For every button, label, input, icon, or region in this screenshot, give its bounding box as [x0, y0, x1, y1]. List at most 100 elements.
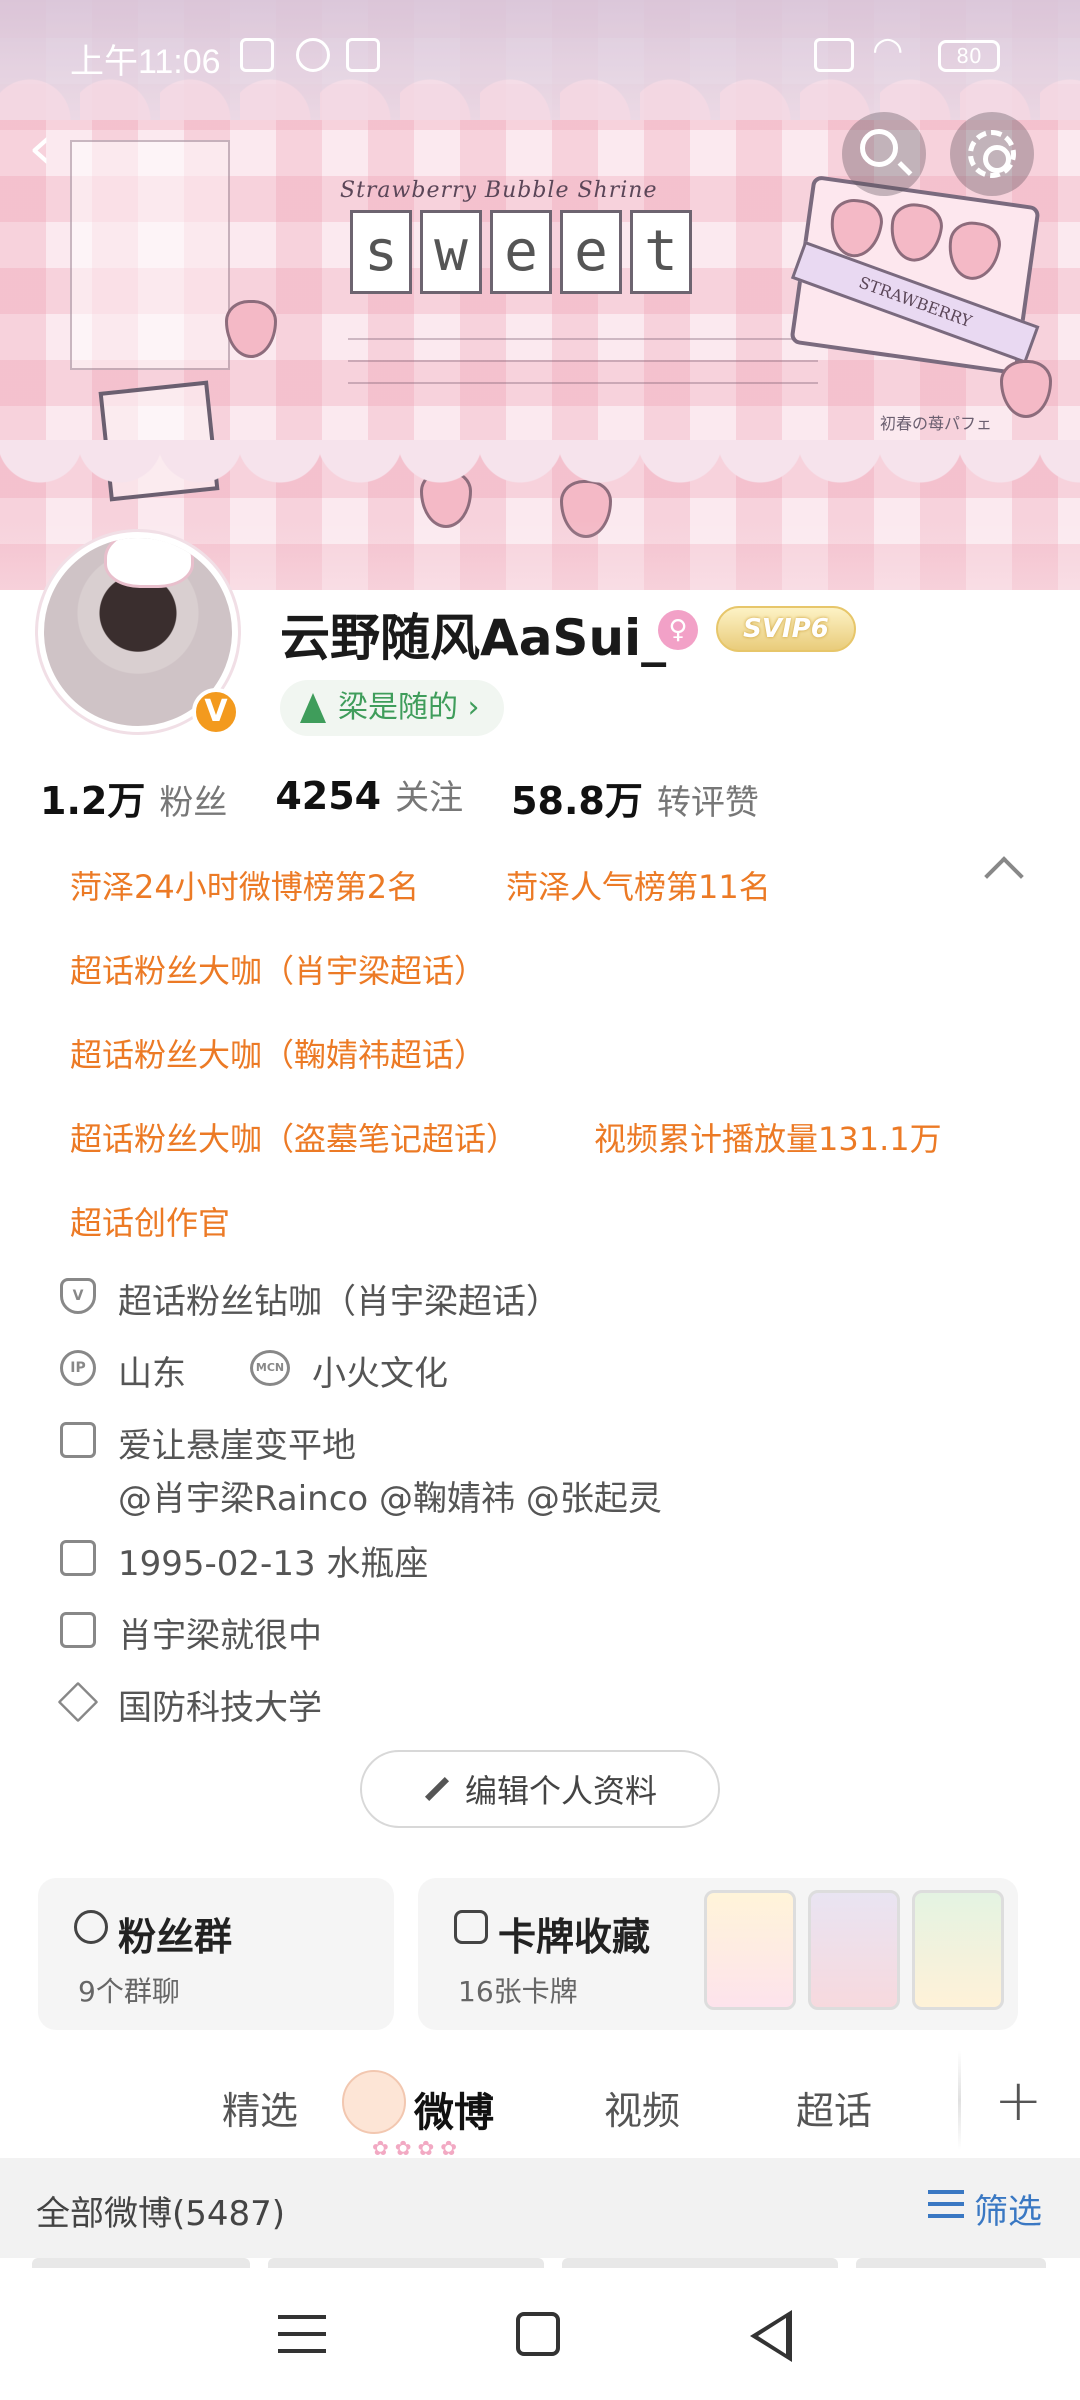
document-icon	[60, 1422, 96, 1458]
tab-featured[interactable]: 精选	[222, 2080, 298, 2135]
company-text: 肖宇梁就很中	[118, 1616, 322, 1656]
tab-video[interactable]: 视频	[604, 2080, 680, 2135]
card-collection-card[interactable]: 卡牌收藏 16张卡牌	[418, 1878, 1018, 2030]
weibo-count: 全部微博(5487)	[36, 2194, 286, 2234]
letter-tile: e	[490, 210, 552, 294]
stats-row: 1.2万 粉丝 4254 关注 58.8万 转评赞	[40, 770, 759, 825]
honor-badge[interactable]: 超话粉丝大咖（肖宇梁超话）	[70, 946, 486, 992]
username: 云野随风AaSui_	[280, 609, 667, 667]
stat-following[interactable]: 4254 关注	[275, 770, 463, 825]
filter-icon	[928, 2190, 964, 2220]
search-icon	[860, 129, 898, 167]
mcn-icon: MCN	[250, 1350, 290, 1386]
stat-value: 58.8万	[511, 779, 643, 823]
letter-tile: w	[420, 210, 482, 294]
stat-label: 粉丝	[159, 783, 228, 823]
female-icon: ♀	[658, 610, 698, 650]
search-button[interactable]	[842, 112, 926, 196]
fan-group-card[interactable]: 粉丝群 9个群聊	[38, 1878, 394, 2030]
school-text: 国防科技大学	[118, 1688, 322, 1728]
bio-mentions[interactable]: @肖宇梁Rainco @鞠婧祎 @张起灵	[118, 1471, 662, 1520]
sim-off-icon	[814, 38, 854, 72]
tab-supertopic[interactable]: 超话	[796, 2080, 872, 2135]
honor-badge[interactable]: 超话创作官	[70, 1198, 230, 1244]
profile-tag-label: 梁是随的 ›	[338, 690, 480, 725]
stat-value: 4254	[275, 774, 382, 818]
card-thumbnail[interactable]	[912, 1890, 1004, 2010]
corner-text: 初春の苺パフェ	[880, 414, 993, 433]
honor-badge[interactable]: 超话粉丝大咖（盗墓笔记超话）	[70, 1114, 518, 1160]
profile-tag[interactable]: 梁是随的 ›	[280, 680, 504, 736]
people-icon	[74, 1910, 108, 1944]
tag-icon	[300, 693, 326, 723]
card-star-icon	[454, 1910, 488, 1944]
filter-button[interactable]: 筛选	[928, 2184, 1042, 2233]
honor-badge[interactable]: 菏泽人气榜第11名	[506, 862, 771, 908]
filter-label: 筛选	[974, 2192, 1042, 2232]
svip-badge[interactable]: SVIP6	[716, 606, 856, 652]
gear-icon	[968, 130, 1016, 178]
strawberry-icon	[886, 200, 946, 266]
location-text: 山东	[118, 1354, 186, 1394]
weibo-icon	[296, 38, 330, 72]
shield-v-icon: V	[60, 1278, 96, 1314]
settings-button[interactable]	[950, 112, 1034, 196]
bio-text: 爱让悬崖变平地	[118, 1426, 356, 1466]
fan-group-title: 粉丝群	[118, 1915, 233, 1959]
pencil-icon	[424, 1776, 450, 1802]
stat-followers[interactable]: 1.2万 粉丝	[40, 770, 227, 825]
calendar-icon	[60, 1540, 96, 1576]
back-button[interactable]: ‹	[28, 118, 98, 188]
fan-rank-text: 超话粉丝钻咖（肖宇梁超话）	[118, 1282, 560, 1322]
info-school: 国防科技大学	[57, 1680, 322, 1729]
fan-group-sub: 9个群聊	[78, 1975, 180, 2008]
battery-icon: 80	[938, 40, 1000, 72]
honor-badge[interactable]: 超话粉丝大咖（鞠婧祎超话）	[70, 1030, 486, 1076]
filter-bar: 全部微博(5487) 筛选	[0, 2158, 1080, 2258]
info-bio: 爱让悬崖变平地 @肖宇梁Rainco @鞠婧祎 @张起灵	[60, 1418, 662, 1520]
card-collection-sub: 16张卡牌	[458, 1975, 578, 2008]
verified-badge: V	[192, 688, 240, 736]
status-time: 上午11:06	[70, 43, 221, 81]
collapse-honors-chevron-up-icon[interactable]	[984, 856, 1024, 896]
handwritten-lines	[348, 318, 818, 388]
card-thumbnail[interactable]	[704, 1890, 796, 2010]
square-icon[interactable]	[516, 2312, 560, 2356]
strawberry-icon	[944, 218, 1004, 284]
info-birthday: 1995-02-13 水瓶座	[60, 1536, 428, 1585]
banner-word-tiles: s w e e t	[350, 210, 692, 294]
building-icon	[60, 1612, 96, 1648]
info-location-mcn: IP 山东 MCN 小火文化	[60, 1346, 448, 1395]
stat-label: 转评赞	[656, 783, 759, 823]
menu-icon[interactable]	[278, 2315, 326, 2353]
status-bar: 上午11:06 ◠ 80	[0, 30, 1080, 84]
banner-title: Strawberry Bubble Shrine	[340, 178, 658, 203]
stat-value: 1.2万	[40, 779, 146, 823]
content-tabs: 精选 微博 视频 超话	[0, 2058, 1080, 2158]
profile-banner[interactable]: Strawberry Bubble Shrine s w e e t STRAW…	[0, 0, 1080, 590]
tab-weibo[interactable]: 微博	[414, 2080, 494, 2138]
triangle-back-icon[interactable]	[750, 2310, 792, 2362]
letter-tile: s	[350, 210, 412, 294]
chevron-left-icon: ‹	[28, 113, 52, 183]
letter-tile: e	[560, 210, 622, 294]
wifi-icon: ◠	[872, 30, 904, 71]
edit-profile-button[interactable]: 编辑个人资料	[360, 1750, 720, 1828]
info-fan-rank[interactable]: V 超话粉丝钻咖（肖宇梁超话）	[60, 1274, 560, 1323]
stat-interactions[interactable]: 58.8万 转评赞	[511, 770, 759, 825]
bear-frame-decoration	[104, 538, 194, 588]
honor-badge[interactable]: 视频累计播放量131.1万	[594, 1114, 942, 1160]
mcn-text[interactable]: 小火文化	[312, 1346, 448, 1395]
strawberry-icon	[1000, 360, 1052, 418]
letter-tile: t	[630, 210, 692, 294]
app-notification-icon	[346, 38, 380, 72]
strawberry-icon	[225, 300, 277, 358]
nfc-icon	[240, 38, 274, 72]
add-tab-button[interactable]: +	[994, 2066, 1043, 2134]
card-thumbnail[interactable]	[808, 1890, 900, 2010]
stat-label: 关注	[395, 778, 464, 818]
ip-icon: IP	[60, 1350, 96, 1386]
honor-badge[interactable]: 菏泽24小时微博榜第2名	[70, 862, 419, 908]
tab-divider	[958, 2050, 961, 2150]
graduation-cap-icon	[57, 1681, 99, 1723]
